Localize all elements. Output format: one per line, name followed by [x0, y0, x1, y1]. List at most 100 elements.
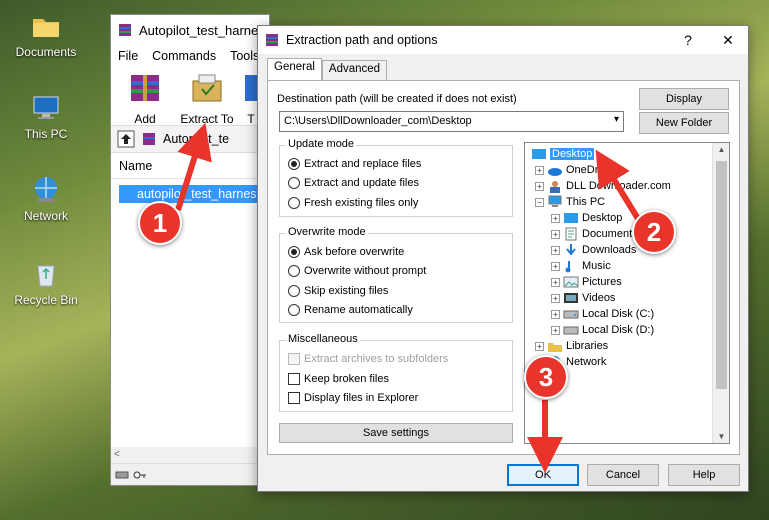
- expand-icon[interactable]: +: [535, 341, 544, 351]
- tree-item-videos[interactable]: + Videos: [551, 290, 615, 306]
- winrar-toolbar: Add Extract To T: [111, 67, 269, 126]
- collapse-icon[interactable]: −: [535, 197, 544, 207]
- tree-item-dll-downloader[interactable]: + DLL Downloader.com: [535, 178, 671, 194]
- option-label: Extract and replace files: [304, 158, 422, 170]
- expand-icon[interactable]: +: [551, 293, 560, 303]
- tree-item-this-pc[interactable]: − This PC: [535, 194, 605, 210]
- expand-icon[interactable]: +: [551, 213, 560, 223]
- desktop-icon-documents[interactable]: Documents: [0, 10, 92, 59]
- display-button[interactable]: Display: [639, 88, 729, 110]
- tab-advanced[interactable]: Advanced: [321, 60, 388, 80]
- cancel-button[interactable]: Cancel: [587, 464, 659, 486]
- radio-button[interactable]: [288, 304, 300, 316]
- option-skip-existing[interactable]: Skip existing files: [288, 285, 388, 297]
- option-extract-replace[interactable]: Extract and replace files: [288, 158, 421, 170]
- tree-scrollbar[interactable]: ▲ ▼: [712, 143, 729, 443]
- archive-path[interactable]: Autopilot_te: [163, 132, 229, 146]
- ok-button[interactable]: OK: [507, 464, 579, 486]
- option-overwrite-without[interactable]: Overwrite without prompt: [288, 265, 426, 277]
- add-button[interactable]: Add: [117, 71, 173, 126]
- tree-item-pictures[interactable]: + Pictures: [551, 274, 622, 290]
- option-label: Extract archives to subfolders: [304, 353, 449, 365]
- option-fresh-existing[interactable]: Fresh existing files only: [288, 197, 418, 209]
- destination-path-input[interactable]: C:\Users\DllDownloader_com\Desktop ▾: [279, 111, 624, 132]
- radio-button[interactable]: [288, 265, 300, 277]
- expand-icon[interactable]: +: [551, 229, 560, 239]
- expand-icon[interactable]: +: [535, 181, 544, 191]
- menu-file[interactable]: File: [118, 49, 138, 63]
- tree-label: Music: [582, 260, 611, 272]
- help-title-button[interactable]: ?: [668, 32, 708, 49]
- up-folder-icon[interactable]: [117, 130, 135, 148]
- option-label: Skip existing files: [304, 285, 389, 297]
- checkbox[interactable]: [288, 392, 300, 404]
- help-button[interactable]: Help: [668, 464, 740, 486]
- tree-item-local-disk-d[interactable]: + Local Disk (D:): [551, 322, 654, 338]
- checkbox-disabled: [288, 353, 300, 365]
- tree-item-libraries[interactable]: + Libraries: [535, 338, 608, 354]
- desktop-icon-recycle-bin[interactable]: Recycle Bin: [0, 258, 92, 307]
- checkbox[interactable]: [288, 373, 300, 385]
- tree-item-music[interactable]: + Music: [551, 258, 611, 274]
- extraction-dialog: Extraction path and options ? ✕ General …: [257, 25, 749, 492]
- add-label: Add: [134, 112, 156, 126]
- drive-icon: [563, 326, 579, 335]
- column-header-name[interactable]: Name: [111, 153, 269, 179]
- scroll-up-icon[interactable]: ▲: [713, 145, 729, 154]
- option-label: Display files in Explorer: [304, 392, 419, 404]
- option-display-explorer[interactable]: Display files in Explorer: [288, 392, 418, 404]
- tree-label: Downloads: [582, 244, 637, 256]
- extract-to-label: Extract To: [180, 112, 234, 126]
- tree-item-desktop-root[interactable]: Desktop: [531, 146, 595, 162]
- menu-commands[interactable]: Commands: [152, 49, 216, 63]
- scrollbar-thumb[interactable]: [716, 161, 727, 389]
- archive-icon: [143, 133, 155, 145]
- folder-tree[interactable]: Desktop + OneDrive + DLL Downloader.com − T…: [524, 142, 730, 444]
- new-folder-button[interactable]: New Folder: [639, 112, 729, 134]
- winrar-app-icon: [266, 34, 278, 46]
- close-button[interactable]: ✕: [708, 32, 748, 49]
- radio-button-checked[interactable]: [288, 246, 300, 258]
- network-icon: [35, 177, 57, 202]
- tree-label: Libraries: [566, 340, 609, 352]
- option-rename-auto[interactable]: Rename automatically: [288, 304, 413, 316]
- tree-item-documents[interactable]: + Documents: [551, 226, 638, 242]
- winrar-window: Autopilot_test_harnes File Commands Tool…: [110, 14, 270, 486]
- extract-to-button[interactable]: Extract To: [179, 71, 235, 126]
- file-row[interactable]: autopilot_test_harnes: [119, 185, 269, 203]
- expand-icon[interactable]: +: [551, 277, 560, 287]
- tree-item-downloads[interactable]: + Downloads: [551, 242, 636, 258]
- update-mode-group: Update mode Extract and replace files Ex…: [279, 138, 513, 217]
- file-name: autopilot_test_harnes: [137, 187, 257, 201]
- option-keep-broken[interactable]: Keep broken files: [288, 373, 389, 385]
- menu-tools[interactable]: Tools: [230, 49, 259, 63]
- desktop-icon-network[interactable]: Network: [0, 174, 92, 223]
- desktop-icon-this-pc[interactable]: This PC: [0, 92, 92, 141]
- radio-button-checked[interactable]: [288, 158, 300, 170]
- radio-button[interactable]: [288, 177, 300, 189]
- expand-icon[interactable]: +: [551, 309, 560, 319]
- scroll-down-icon[interactable]: ▼: [713, 432, 729, 441]
- radio-button[interactable]: [288, 197, 300, 209]
- recycle-bin-icon: [37, 265, 55, 287]
- tree-item-local-disk-c[interactable]: + Local Disk (C:): [551, 306, 654, 322]
- expand-icon[interactable]: +: [551, 245, 560, 255]
- expand-icon[interactable]: +: [551, 325, 560, 335]
- horizontal-scrollbar[interactable]: <: [111, 447, 269, 463]
- expand-icon[interactable]: +: [551, 261, 560, 271]
- option-ask-before[interactable]: Ask before overwrite: [288, 246, 404, 258]
- tree-item-onedrive[interactable]: + OneDrive: [535, 162, 612, 178]
- user-folder-icon: [550, 181, 560, 193]
- winrar-titlebar[interactable]: Autopilot_test_harnes: [111, 15, 269, 45]
- tree-label: Network: [566, 356, 607, 368]
- dialog-titlebar[interactable]: Extraction path and options ? ✕: [258, 26, 748, 54]
- winrar-statusbar: [111, 463, 269, 485]
- tab-general[interactable]: General: [267, 58, 322, 80]
- tree-item-desktop[interactable]: + Desktop: [551, 210, 622, 226]
- radio-button[interactable]: [288, 285, 300, 297]
- save-settings-button[interactable]: Save settings: [279, 423, 513, 443]
- expand-icon[interactable]: +: [535, 165, 544, 175]
- chevron-down-icon[interactable]: ▾: [614, 114, 619, 125]
- option-extract-update[interactable]: Extract and update files: [288, 177, 419, 189]
- add-archive-icon: [131, 75, 159, 101]
